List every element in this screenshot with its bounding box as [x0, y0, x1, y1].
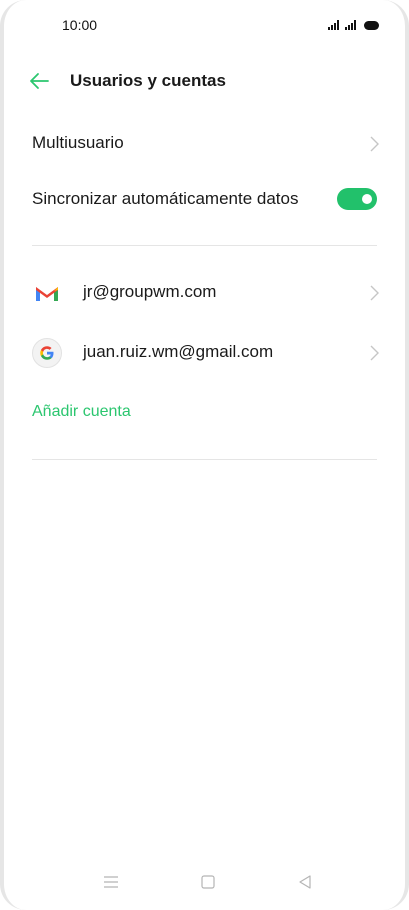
back-triangle-icon[interactable] [295, 872, 315, 892]
account-email: jr@groupwm.com [83, 282, 217, 301]
battery-icon [364, 21, 379, 30]
section-divider [32, 459, 377, 460]
multiuser-label: Multiusuario [32, 133, 124, 152]
status-icons [328, 20, 379, 30]
chevron-right-icon [370, 345, 379, 361]
status-time: 10:00 [62, 17, 98, 33]
multiuser-row[interactable]: Multiusuario [4, 119, 405, 169]
back-arrow-icon[interactable] [28, 70, 50, 92]
account-email: juan.ruiz.wm@gmail.com [83, 342, 274, 361]
home-icon[interactable] [198, 872, 218, 892]
gmail-icon [36, 287, 58, 301]
status-bar: 10:00 [4, 14, 405, 38]
auto-sync-label: Sincronizar automáticamente datos [32, 189, 299, 208]
add-account-link[interactable]: Añadir cuenta [32, 403, 131, 421]
toggle-knob [362, 194, 372, 204]
header: Usuarios y cuentas [4, 62, 405, 102]
account-row[interactable]: jr@groupwm.com [4, 268, 405, 318]
google-icon [32, 338, 62, 368]
signal-1-icon [328, 20, 339, 30]
signal-2-icon [345, 20, 356, 30]
account-row[interactable]: juan.ruiz.wm@gmail.com [4, 328, 405, 378]
page-title: Usuarios y cuentas [70, 71, 226, 90]
section-divider [32, 245, 377, 246]
auto-sync-row[interactable]: Sincronizar automáticamente datos [4, 175, 405, 225]
navigation-bar [4, 862, 405, 902]
chevron-right-icon [370, 136, 379, 152]
phone-screen: 10:00 Usuarios y cuentas Multiusuario Si… [0, 0, 409, 910]
auto-sync-toggle[interactable] [337, 188, 377, 210]
chevron-right-icon [370, 285, 379, 301]
menu-icon[interactable] [101, 872, 121, 892]
